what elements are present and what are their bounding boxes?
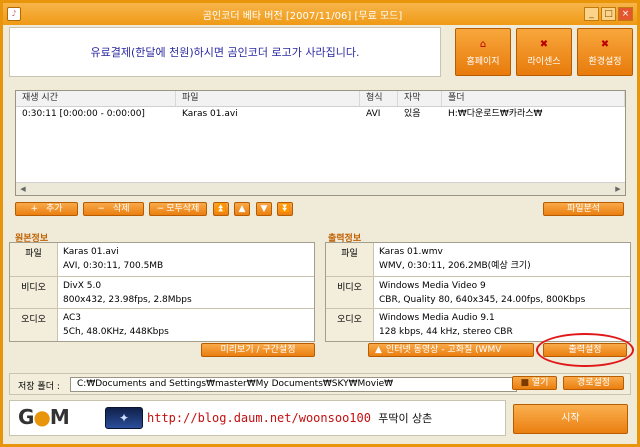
source-audio-value: AC3 5Ch, 48.0KHz, 448Kbps [63, 313, 169, 337]
save-folder-label: 저장 폴더 : [18, 382, 60, 392]
dropdown-arrow-icon: ▲ [375, 345, 382, 355]
header-format[interactable]: 형식 [360, 91, 398, 106]
move-down-button[interactable]: ▼ [256, 202, 272, 216]
row-folder: H:₩다운로드₩카라스₩ [448, 109, 543, 119]
banner: G●M ✦ http://blog.daum.net/woonsoo100 푸딱… [9, 400, 506, 436]
source-info-panel: 파일 Karas 01.avi AVI, 0:30:11, 700.5MB 비디오… [9, 242, 315, 342]
bird-logo-icon: ✦ [105, 407, 143, 429]
path-settings-button[interactable]: 경로설정 [563, 376, 624, 390]
file-list-row[interactable]: 0:30:11 [0:00:00 - 0:00:00] Karas 01.avi… [16, 107, 625, 122]
analyze-button[interactable]: 파일분석 [543, 202, 624, 216]
license-label: 라이센스 [527, 57, 561, 67]
output-video-label: 비디오 [326, 277, 374, 308]
license-button[interactable]: ✖ 라이센스 [516, 28, 572, 76]
output-audio-label: 오디오 [326, 309, 374, 341]
gom-logo: G●M [18, 405, 70, 429]
add-label: 추가 [45, 204, 63, 214]
folder-icon: ■ [520, 378, 530, 388]
window-title: 곰인코더 베타 버전 [2007/11/06] [무료 모드] [202, 10, 403, 22]
license-icon: ✖ [539, 39, 549, 50]
delete-all-label: 모두삭제 [166, 204, 200, 214]
banner-url: http://blog.daum.net/woonsoo100 푸딱이 상촌 [147, 411, 433, 425]
add-button[interactable]: + 추가 [15, 202, 78, 216]
move-up-button[interactable]: ▲ [234, 202, 250, 216]
move-up-icon: ▲ [238, 204, 246, 214]
open-folder-button[interactable]: ■ 열기 [512, 376, 557, 390]
banner-tag: 푸딱이 상촌 [378, 412, 433, 425]
settings-button[interactable]: ✖ 환경설정 [577, 28, 633, 76]
output-info-panel: 파일 Karas 01.wmv WMV, 0:30:11, 206.2MB(예상 … [325, 242, 631, 342]
row-file: Karas 01.avi [182, 109, 238, 119]
source-video-label: 비디오 [10, 277, 58, 308]
move-top-icon: ⏫ [215, 204, 227, 214]
output-file-value: Karas 01.wmv WMV, 0:30:11, 206.2MB(예상 크기) [379, 247, 531, 271]
preset-dropdown[interactable]: ▲ 인터넷 동영상 - 고화질 (WMV [368, 343, 534, 357]
homepage-label: 홈페이지 [466, 57, 500, 67]
start-button[interactable]: 시작 [513, 404, 628, 434]
header-subtitle[interactable]: 자막 [398, 91, 442, 106]
minimize-button[interactable]: _ [584, 7, 599, 21]
row-subtitle: 있음 [404, 109, 421, 119]
delete-button[interactable]: − 삭제 [83, 202, 144, 216]
source-file-value: Karas 01.avi AVI, 0:30:11, 700.5MB [63, 247, 164, 271]
title-bar[interactable]: ♪ 곰인코더 베타 버전 [2007/11/06] [무료 모드] _ □ × [3, 3, 637, 25]
move-top-button[interactable]: ⏫ [213, 202, 229, 216]
home-icon: ⌂ [479, 39, 487, 50]
preset-label: 인터넷 동영상 - 고화질 (WMV [385, 345, 502, 355]
move-down-icon: ▼ [260, 204, 268, 214]
header-folder[interactable]: 폴더 [442, 91, 625, 106]
move-bottom-button[interactable]: ⏬ [277, 202, 293, 216]
settings-icon: ✖ [600, 39, 610, 50]
source-audio-row: 오디오 AC3 5Ch, 48.0KHz, 448Kbps [10, 309, 314, 341]
delete-label: 삭제 [112, 204, 130, 214]
output-file-label: 파일 [326, 243, 374, 276]
settings-label: 환경설정 [588, 57, 622, 67]
highlight-circle [536, 333, 634, 367]
minus-icon: − [97, 204, 105, 214]
move-bottom-icon: ⏬ [279, 204, 291, 214]
source-video-row: 비디오 DivX 5.0 800x432, 23.98fps, 2.8Mbps [10, 277, 314, 309]
scroll-right-icon[interactable]: ▶ [612, 184, 624, 194]
source-file-row: 파일 Karas 01.avi AVI, 0:30:11, 700.5MB [10, 243, 314, 277]
open-folder-label: 열기 [531, 378, 549, 388]
close-button[interactable]: × [618, 7, 633, 21]
row-time: 0:30:11 [0:00:00 - 0:00:00] [22, 109, 145, 119]
header-file[interactable]: 파일 [176, 91, 360, 106]
homepage-button[interactable]: ⌂ 홈페이지 [455, 28, 511, 76]
app-icon: ♪ [7, 7, 21, 21]
scroll-left-icon[interactable]: ◀ [17, 184, 29, 194]
row-format: AVI [366, 109, 381, 119]
output-video-value: Windows Media Video 9 CBR, Quality 80, 64… [379, 281, 586, 305]
file-list[interactable]: 재생 시간 파일 형식 자막 폴더 0:30:11 [0:00:00 - 0:0… [15, 90, 626, 196]
source-file-label: 파일 [10, 243, 58, 276]
preview-range-button[interactable]: 미리보기 / 구간설정 [201, 343, 315, 357]
output-video-row: 비디오 Windows Media Video 9 CBR, Quality 80… [326, 277, 630, 309]
promo-message: 유료결제(한달에 천원)하시면 곰인코더 로고가 사라집니다. [9, 27, 441, 77]
output-file-row: 파일 Karas 01.wmv WMV, 0:30:11, 206.2MB(예상 … [326, 243, 630, 277]
source-audio-label: 오디오 [10, 309, 58, 341]
horizontal-scrollbar[interactable]: ◀ ▶ [16, 182, 625, 195]
save-folder-input[interactable]: C:₩Documents and Settings₩master₩My Docu… [70, 377, 517, 392]
plus-icon: + [30, 204, 38, 214]
file-list-header: 재생 시간 파일 형식 자막 폴더 [16, 91, 625, 107]
source-video-value: DivX 5.0 800x432, 23.98fps, 2.8Mbps [63, 281, 192, 305]
header-time[interactable]: 재생 시간 [16, 91, 176, 106]
minus-all-icon: − [156, 204, 165, 214]
maximize-button[interactable]: □ [601, 7, 616, 21]
delete-all-button[interactable]: − 모두삭제 [149, 202, 207, 216]
